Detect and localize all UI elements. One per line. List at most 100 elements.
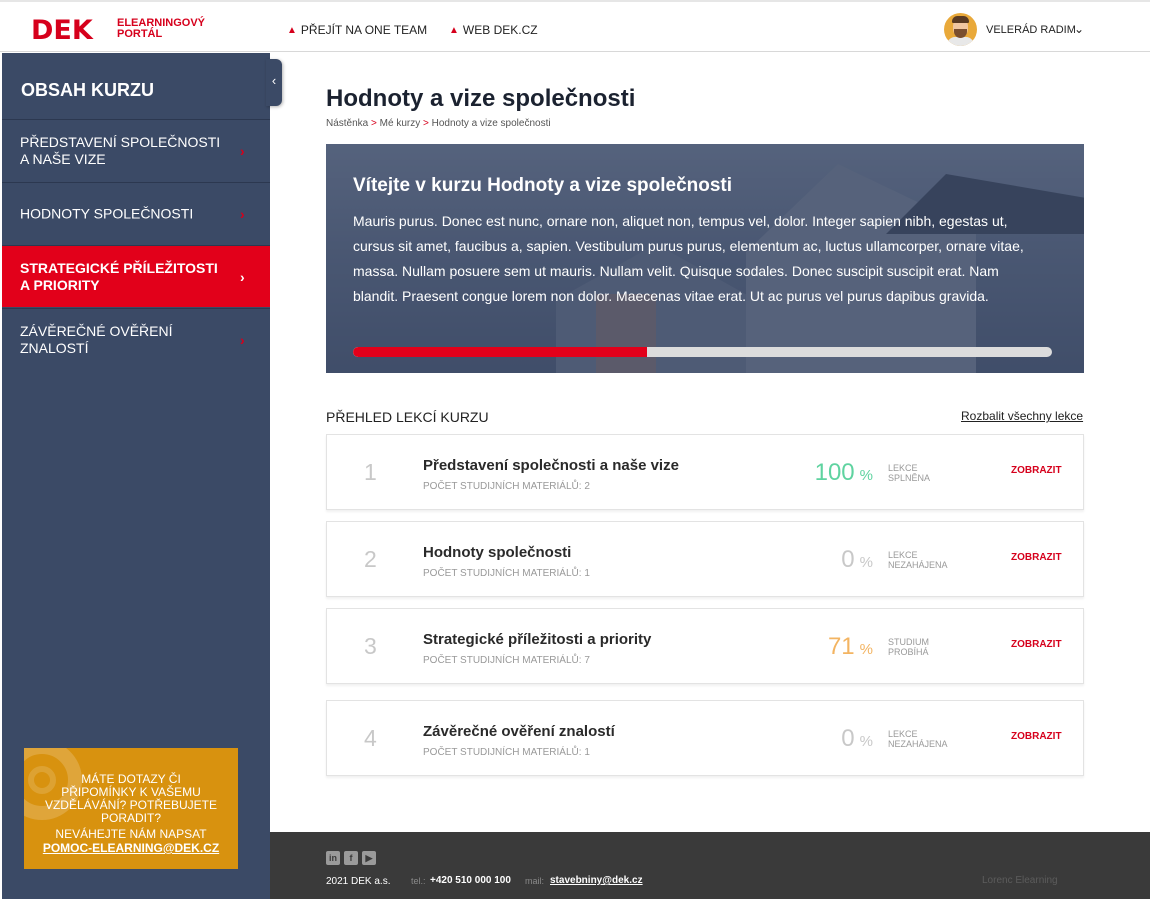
lesson-material-count: POČET STUDIJNÍCH MATERIÁLŮ: 7 (423, 655, 590, 666)
lesson-percent-sign: % (859, 733, 873, 750)
breadcrumb-dashboard[interactable]: Nástěnka (326, 118, 368, 129)
footer-copyright: 2021 DEK a.s. (326, 876, 391, 887)
portal-logo-text: ELEARNINGOVÝ PORTÁL (117, 18, 205, 40)
lesson-percent: 0% (841, 725, 873, 753)
lesson-title: Představení společnosti a naše vize (423, 457, 679, 474)
sidebar-item-final-test[interactable]: ZÁVĚREČNÉ OVĚŘENÍ ZNALOSTÍ › (2, 308, 270, 370)
lesson-card: 2 Hodnoty společnosti POČET STUDIJNÍCH M… (326, 521, 1084, 597)
help-box: MÁTE DOTAZY ČI PŘIPOMÍNKY K VAŠEMU VZDĚL… (24, 748, 238, 869)
chevron-right-icon: › (240, 205, 245, 222)
link-web-dek[interactable]: ▲ WEB DEK.CZ (449, 23, 538, 37)
lesson-number: 2 (364, 546, 377, 572)
help-write-us: NEVÁHEJTE NÁM NAPSAT (55, 827, 207, 841)
sidebar-title: OBSAH KURZU (21, 80, 154, 100)
lesson-status-line2: NEZAHÁJENA (888, 739, 948, 749)
chevron-right-icon: › (240, 142, 245, 159)
footer-brand: Lorenc Elearning (982, 875, 1058, 886)
lesson-percent-sign: % (859, 554, 873, 571)
facebook-icon[interactable]: f (344, 851, 358, 865)
show-lesson-button[interactable]: ZOBRAZIT (1011, 731, 1062, 742)
breadcrumb: Nástěnka > Mé kurzy > Hodnoty a vize spo… (326, 118, 551, 129)
page-title: Hodnoty a vize společnosti (326, 85, 636, 112)
breadcrumb-my-courses[interactable]: Mé kurzy (380, 118, 421, 129)
hero-title: Vítejte v kurzu Hodnoty a vize společnos… (353, 175, 733, 196)
footer: in f ▶ 2021 DEK a.s. tel.: +420 510 000 … (270, 832, 1150, 899)
sidebar-item-label: HODNOTY SPOLEČNOSTI (20, 205, 194, 221)
lesson-title: Závěrečné ověření znalostí (423, 723, 615, 740)
lesson-percent-sign: % (859, 467, 873, 484)
lesson-status-line1: LEKCE (888, 729, 918, 739)
sidebar-item-strategic-opportunities[interactable]: STRATEGICKÉ PŘÍLEŽITOSTI A PRIORITY › (2, 245, 270, 307)
top-header: DEK ELEARNINGOVÝ PORTÁL ▲ PŘEJÍT NA ONE … (0, 0, 1150, 52)
lesson-status-line2: NEZAHÁJENA (888, 560, 948, 570)
lesson-status-line2: PROBÍHÁ (888, 647, 929, 657)
lesson-percent: 100% (815, 459, 873, 487)
sidebar: OBSAH KURZU ‹ PŘEDSTAVENÍ SPOLEČNOSTI A … (2, 53, 282, 899)
help-question: MÁTE DOTAZY ČI PŘIPOMÍNKY K VAŠEMU VZDĚL… (44, 772, 218, 825)
lesson-number: 4 (364, 725, 377, 751)
chevron-down-icon[interactable]: ⌄ (1074, 22, 1084, 36)
lesson-title: Strategické příležitosti a priority (423, 631, 652, 648)
show-lesson-button[interactable]: ZOBRAZIT (1011, 465, 1062, 476)
lesson-status: LEKCE NEZAHÁJENA (888, 729, 968, 749)
course-progress-bar (353, 347, 1052, 357)
lesson-status-line1: LEKCE (888, 463, 918, 473)
expand-all-lessons-link[interactable]: Rozbalit všechny lekce (961, 409, 1083, 423)
breadcrumb-current: Hodnoty a vize společnosti (431, 118, 551, 129)
lesson-status-line1: LEKCE (888, 550, 918, 560)
linkedin-icon[interactable]: in (326, 851, 340, 865)
lesson-card: 1 Představení společnosti a naše vize PO… (326, 434, 1084, 510)
chevron-up-icon: ▲ (287, 24, 297, 36)
lesson-number: 1 (364, 459, 377, 485)
lesson-percent-value: 71 (827, 633, 855, 660)
lesson-status: LEKCE NEZAHÁJENA (888, 550, 968, 570)
lesson-title: Hodnoty společnosti (423, 544, 572, 561)
link-one-team-label: PŘEJÍT NA ONE TEAM (300, 23, 428, 37)
portal-logo-line2: PORTÁL (117, 28, 163, 40)
sidebar-item-company-values[interactable]: HODNOTY SPOLEČNOSTI › (2, 182, 270, 244)
sidebar-item-label: ZÁVĚREČNÉ OVĚŘENÍ ZNALOSTÍ (20, 322, 173, 356)
lesson-percent: 71% (828, 633, 873, 661)
chevron-right-icon: › (240, 331, 245, 348)
lesson-number: 3 (364, 633, 377, 659)
lesson-material-count: POČET STUDIJNÍCH MATERIÁLŮ: 2 (423, 481, 590, 492)
lesson-percent-value: 0 (841, 546, 855, 573)
sidebar-item-label: PŘEDSTAVENÍ SPOLEČNOSTI A NAŠE VIZE (20, 133, 221, 167)
chevron-up-icon: ▲ (449, 24, 459, 36)
breadcrumb-separator: > (371, 118, 380, 129)
chevron-right-icon: › (240, 268, 245, 285)
sidebar-item-company-intro[interactable]: PŘEDSTAVENÍ SPOLEČNOSTI A NAŠE VIZE › (2, 119, 270, 181)
link-web-dek-label: WEB DEK.CZ (462, 23, 538, 37)
lesson-percent: 0% (841, 546, 873, 574)
footer-tel-label: tel.: (411, 876, 426, 886)
footer-phone[interactable]: +420 510 000 100 (430, 875, 511, 886)
lesson-status: STUDIUM PROBÍHÁ (888, 637, 968, 657)
lesson-percent-sign: % (859, 641, 873, 658)
lesson-material-count: POČET STUDIJNÍCH MATERIÁLŮ: 1 (423, 747, 590, 758)
lesson-percent-value: 100 (814, 459, 855, 486)
course-progress-fill (353, 347, 647, 357)
lesson-status-line2: SPLNĚNA (888, 473, 931, 483)
show-lesson-button[interactable]: ZOBRAZIT (1011, 552, 1062, 563)
chevron-left-icon[interactable]: ‹ (266, 59, 282, 106)
footer-mail-label: mail: (525, 876, 545, 886)
lesson-card: 3 Strategické příležitosti a priority PO… (326, 608, 1084, 684)
link-one-team[interactable]: ▲ PŘEJÍT NA ONE TEAM (287, 23, 427, 37)
lesson-status: LEKCE SPLNĚNA (888, 463, 968, 483)
avatar[interactable] (944, 13, 977, 46)
lesson-material-count: POČET STUDIJNÍCH MATERIÁLŮ: 1 (423, 568, 590, 579)
help-email-link[interactable]: POMOC-ELEARNING@DEK.CZ (24, 842, 238, 855)
sidebar-item-label: STRATEGICKÉ PŘÍLEŽITOSTI A PRIORITY (20, 259, 218, 293)
lessons-overview-title: PŘEHLED LEKCÍ KURZU (326, 409, 489, 425)
show-lesson-button[interactable]: ZOBRAZIT (1011, 639, 1062, 650)
lesson-percent-value: 0 (841, 725, 855, 752)
course-hero-banner: Vítejte v kurzu Hodnoty a vize společnos… (326, 144, 1084, 373)
footer-email-link[interactable]: stavebniny@dek.cz (550, 875, 643, 886)
hero-description: Mauris purus. Donec est nunc, ornare non… (353, 213, 1024, 304)
user-name[interactable]: VELERÁD RADIM (986, 24, 1076, 36)
dek-logo[interactable]: DEK (31, 15, 93, 46)
lesson-card: 4 Závěrečné ověření znalostí POČET STUDI… (326, 700, 1084, 776)
youtube-icon[interactable]: ▶ (362, 851, 376, 865)
breadcrumb-separator: > (423, 118, 432, 129)
lesson-status-line1: STUDIUM (888, 637, 929, 647)
